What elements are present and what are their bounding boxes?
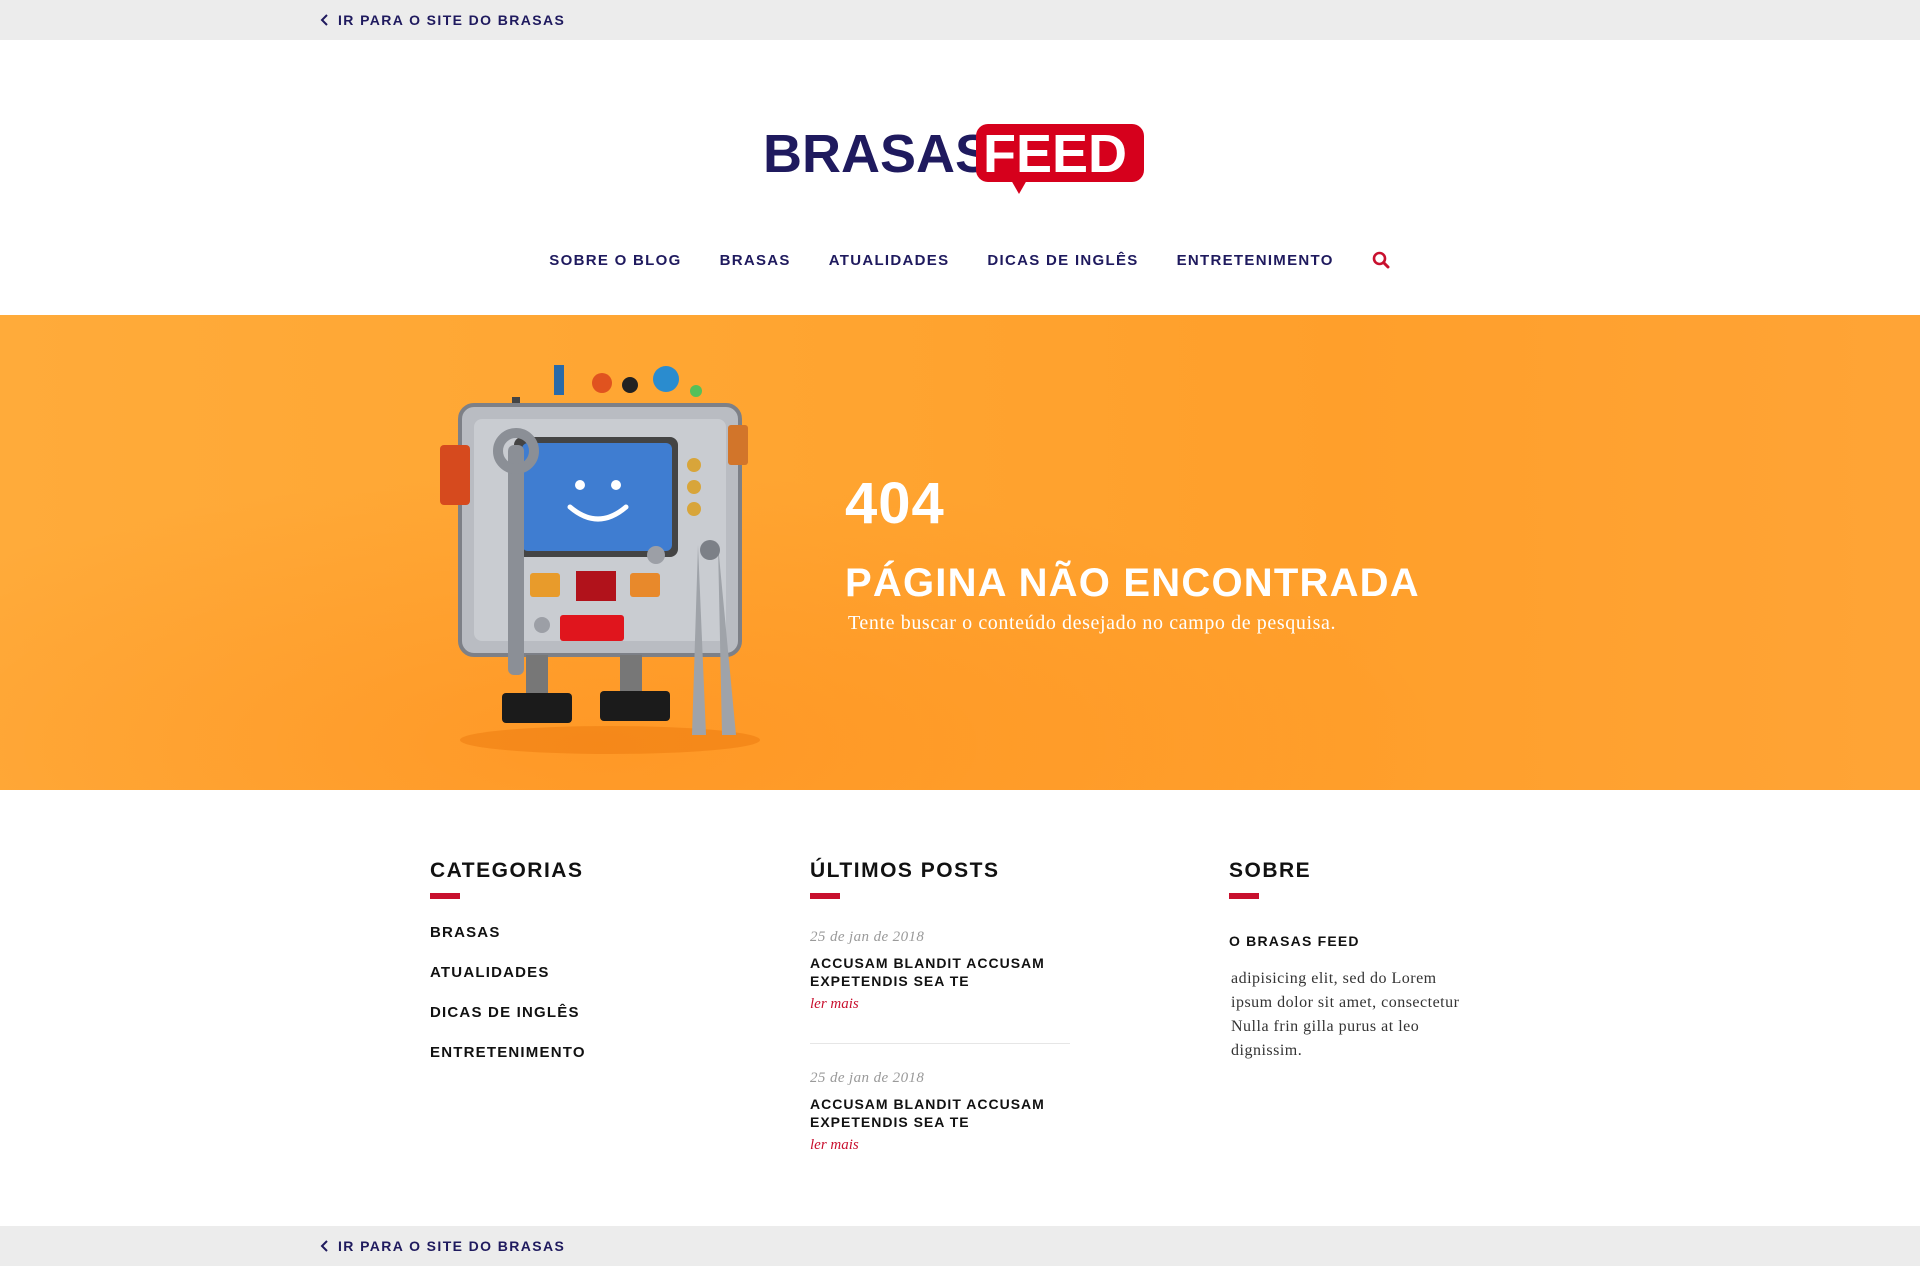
hero-banner: 404 PÁGINA NÃO ENCONTRADA Tente buscar o… <box>0 315 1920 790</box>
categories-column: CATEGORIAS BRASAS ATUALIDADES DICAS DE I… <box>430 860 710 1083</box>
bottom-bar: IR PARA O SITE DO BRASAS <box>0 1226 1920 1266</box>
latest-posts-column: ÚLTIMOS POSTS 25 de jan de 2018 ACCUSAM … <box>810 860 1070 1154</box>
error-title: PÁGINA NÃO ENCONTRADA <box>845 561 1420 605</box>
svg-text:BRASAS: BRASAS <box>763 124 991 184</box>
about-title: SOBRE <box>1229 859 1312 882</box>
title-underline <box>430 893 460 899</box>
top-bar: IR PARA O SITE DO BRASAS <box>0 0 1920 40</box>
nav-item-sobre-o-blog[interactable]: SOBRE O BLOG <box>549 252 681 269</box>
nav-item-brasas[interactable]: BRASAS <box>720 252 791 269</box>
main-nav: SOBRE O BLOG BRASAS ATUALIDADES DICAS DE… <box>0 248 1920 272</box>
about-heading: O BRASAS FEED <box>1229 933 1360 949</box>
error-code: 404 <box>845 471 945 536</box>
read-more-link[interactable]: ler mais <box>810 1137 859 1154</box>
nav-item-atualidades[interactable]: ATUALIDADES <box>829 252 950 269</box>
back-link-label: IR PARA O SITE DO BRASAS <box>338 12 566 28</box>
about-column: SOBRE O BRASAS FEED adipisicing elit, se… <box>1229 860 1489 1063</box>
post-item: 25 de jan de 2018 ACCUSAM BLANDIT ACCUSA… <box>810 929 1070 1013</box>
back-to-brasas-link[interactable]: IR PARA O SITE DO BRASAS <box>318 0 565 40</box>
post-date: 25 de jan de 2018 <box>810 1070 925 1086</box>
search-icon[interactable] <box>1372 251 1390 269</box>
back-link-label: IR PARA O SITE DO BRASAS <box>338 1238 566 1254</box>
robot-illustration <box>440 365 760 754</box>
category-link[interactable]: ENTRETENIMENTO <box>430 1043 710 1083</box>
back-to-brasas-link[interactable]: IR PARA O SITE DO BRASAS <box>318 1226 565 1266</box>
category-link[interactable]: BRASAS <box>430 923 710 963</box>
read-more-link[interactable]: ler mais <box>810 996 859 1013</box>
title-underline <box>1229 893 1259 899</box>
error-subtitle: Tente buscar o conteúdo desejado no camp… <box>848 612 1337 634</box>
category-link[interactable]: DICAS DE INGLÊS <box>430 1003 710 1043</box>
post-title-link[interactable]: ACCUSAM BLANDIT ACCUSAM EXPETENDIS SEA T… <box>810 1095 1070 1131</box>
categories-title: CATEGORIAS <box>430 859 584 882</box>
nav-item-dicas-de-ingles[interactable]: DICAS DE INGLÊS <box>987 252 1138 269</box>
chevron-left-icon <box>320 1240 328 1252</box>
svg-text:FEED: FEED <box>983 124 1127 184</box>
title-underline <box>810 893 840 899</box>
category-link[interactable]: ATUALIDADES <box>430 963 710 1003</box>
post-date: 25 de jan de 2018 <box>810 929 925 945</box>
categories-list: BRASAS ATUALIDADES DICAS DE INGLÊS ENTRE… <box>430 923 710 1083</box>
nav-item-entretenimento[interactable]: ENTRETENIMENTO <box>1177 252 1334 269</box>
chevron-left-icon <box>320 14 328 26</box>
latest-posts-title: ÚLTIMOS POSTS <box>810 859 1000 882</box>
post-divider <box>810 1043 1070 1044</box>
brasas-feed-logo[interactable]: BRASAS FEED <box>763 122 1147 198</box>
post-title-link[interactable]: ACCUSAM BLANDIT ACCUSAM EXPETENDIS SEA T… <box>810 954 1070 990</box>
about-text: adipisicing elit, sed do Lorem ipsum dol… <box>1231 970 1460 1059</box>
post-item: 25 de jan de 2018 ACCUSAM BLANDIT ACCUSA… <box>810 1070 1070 1154</box>
